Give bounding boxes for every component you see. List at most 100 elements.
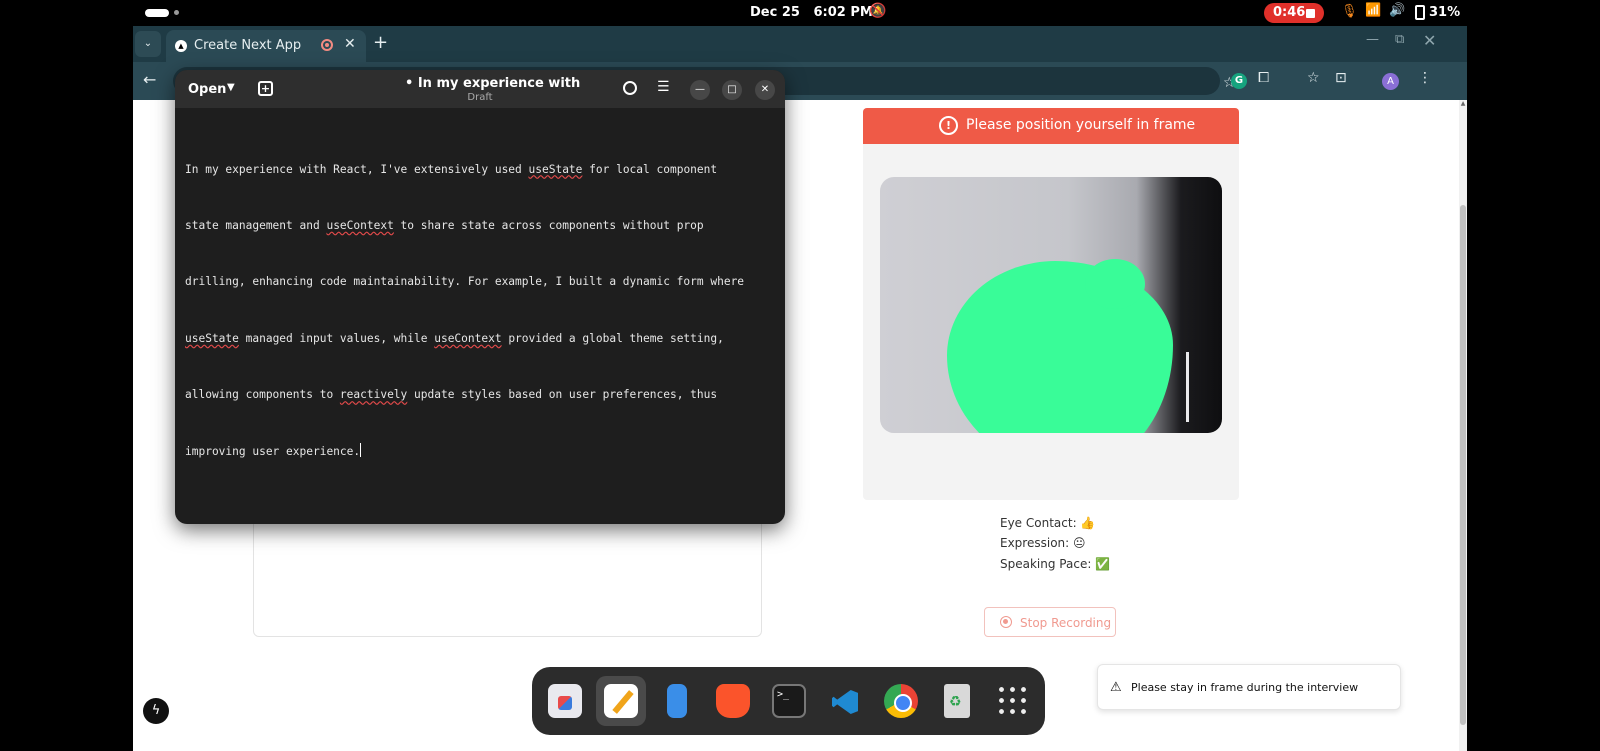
open-button[interactable]: Open xyxy=(188,82,226,97)
notifications-muted-icon: 🔕 xyxy=(869,3,887,19)
open-dropdown-chevron-icon[interactable]: ▼ xyxy=(227,82,235,93)
expression-metric: Expression: 😐 xyxy=(1000,536,1086,550)
window-minimize-icon[interactable]: — xyxy=(1366,32,1379,47)
camera-card: ! Please position yourself in frame xyxy=(863,108,1239,500)
text-segment: for local component xyxy=(582,162,718,176)
dock-files[interactable] xyxy=(652,676,702,726)
date-text: Dec 25 xyxy=(750,5,800,20)
clock[interactable]: Dec 25 6:02 PM xyxy=(750,5,873,20)
time-text: 6:02 PM xyxy=(813,5,873,20)
files-icon xyxy=(667,684,687,718)
vscode-icon xyxy=(828,684,862,718)
document-status: Draft xyxy=(467,92,493,103)
text-segment: improving user experience. xyxy=(185,444,361,458)
software-store-icon xyxy=(548,684,582,718)
text-editor-icon xyxy=(604,684,638,718)
scrollbar-thumb[interactable] xyxy=(1460,205,1466,725)
stop-recording-label: Stop Recording xyxy=(1020,616,1112,630)
position-warning-banner: ! Please position yourself in frame xyxy=(863,108,1239,144)
stop-square-icon xyxy=(1306,9,1315,18)
dock-software-store[interactable] xyxy=(540,676,590,726)
tab-search-button[interactable]: ⌄ xyxy=(135,31,161,57)
screen-recording-indicator[interactable]: 0:46 xyxy=(1264,3,1324,23)
misspelled-word: reactively xyxy=(339,388,408,402)
text-segment: to share state across components without… xyxy=(393,218,704,232)
misspelled-word: useContext xyxy=(326,218,394,232)
volume-icon: 🔊 xyxy=(1389,3,1406,18)
record-icon xyxy=(1000,616,1012,628)
workspace-dot xyxy=(174,10,179,15)
alert-circle-icon: ! xyxy=(939,116,958,135)
dock-trash[interactable] xyxy=(932,676,982,726)
text-segment: provided a global theme setting, xyxy=(501,331,724,345)
back-arrow-icon[interactable]: ← xyxy=(143,70,156,89)
text-editor-window: Open ▼ + • In my experience with Draft ☰… xyxy=(175,70,785,524)
dock-brave-browser[interactable] xyxy=(708,676,758,726)
text-line: drilling, enhancing code maintainability… xyxy=(185,273,775,292)
app-grid-icon xyxy=(996,684,1030,718)
eye-contact-metric: Eye Contact: 👍 xyxy=(1000,516,1096,530)
battery-icon xyxy=(1415,5,1425,20)
activities-indicator[interactable] xyxy=(145,9,169,17)
hamburger-menu-icon[interactable]: ☰ xyxy=(657,79,670,95)
text-segment: allowing components to xyxy=(185,388,340,402)
tab-recording-icon xyxy=(321,39,333,51)
tab-strip: ⌄ ▲ Create Next App ✕ + — ⧉ ✕ xyxy=(133,26,1467,62)
misspelled-word: useState xyxy=(185,331,239,345)
text-segment: update styles based on user preferences,… xyxy=(407,388,718,402)
screenshot-icon[interactable]: ⊡ xyxy=(1335,70,1347,86)
find-search-icon[interactable] xyxy=(623,81,637,95)
text-segment: managed input values, while xyxy=(238,331,435,345)
profile-avatar[interactable]: A xyxy=(1382,73,1399,90)
dock-terminal[interactable]: >_ xyxy=(764,676,814,726)
document-title: • In my experience with xyxy=(405,76,581,91)
nextjs-favicon-icon: ▲ xyxy=(175,40,187,52)
new-document-plus-icon[interactable]: + xyxy=(258,81,273,96)
window-close-icon[interactable]: ✕ xyxy=(1423,31,1436,50)
new-tab-button[interactable]: + xyxy=(373,32,388,53)
text-line: In my experience with React, I've extens… xyxy=(185,161,775,180)
text-line: improving user experience. xyxy=(185,442,775,462)
dock-chrome[interactable] xyxy=(876,676,926,726)
trash-icon xyxy=(944,684,970,718)
editor-maximize-icon[interactable]: □ xyxy=(722,80,742,100)
stop-recording-button[interactable]: Stop Recording xyxy=(984,607,1116,637)
battery-percent: 31% xyxy=(1429,5,1461,20)
text-segment: state management and xyxy=(185,218,327,232)
text-line: state management and useContext to share… xyxy=(185,217,775,236)
editor-close-icon[interactable]: ✕ xyxy=(755,80,775,100)
dock-vscode[interactable] xyxy=(820,676,870,726)
editor-header-bar: Open ▼ + • In my experience with Draft ☰… xyxy=(175,70,785,108)
text-segment: In my experience with React, I've extens… xyxy=(185,162,529,176)
editor-minimize-icon[interactable]: — xyxy=(690,80,710,100)
toast-text: Please stay in frame during the intervie… xyxy=(1131,681,1359,694)
brave-icon xyxy=(716,684,750,718)
misspelled-word: useContext xyxy=(434,331,502,345)
microphone-icon: 🎙 xyxy=(1341,4,1358,19)
system-top-bar: Dec 25 6:02 PM 🔕 0:46 🎙 📶 🔊 31% xyxy=(133,0,1467,26)
extensions-puzzle-icon[interactable]: ⧠ xyxy=(1258,70,1269,86)
terminal-icon: >_ xyxy=(772,684,806,718)
text-segment: drilling, enhancing code maintainability… xyxy=(185,275,745,289)
app-dock: >_ xyxy=(532,667,1045,735)
dock-text-editor[interactable] xyxy=(596,676,646,726)
nextjs-dev-tools-button[interactable]: ϟ xyxy=(143,698,169,724)
grammarly-extension-icon[interactable]: G xyxy=(1231,73,1247,89)
frame-warning-toast: ⚠ Please stay in frame during the interv… xyxy=(1097,664,1401,710)
window-restore-icon[interactable]: ⧉ xyxy=(1395,32,1404,47)
bookmarks-icon[interactable]: ☆ xyxy=(1307,70,1320,86)
text-line: useState managed input values, while use… xyxy=(185,330,775,349)
scroll-up-arrow-icon[interactable]: ▲ xyxy=(1459,100,1467,110)
face-mask-overlay-top xyxy=(1085,259,1145,309)
tab-close-icon[interactable]: ✕ xyxy=(344,36,356,52)
text-line: allowing components to reactively update… xyxy=(185,386,775,405)
more-menu-icon[interactable]: ⋮ xyxy=(1418,70,1432,86)
dock-show-apps[interactable] xyxy=(988,676,1038,726)
tab-title: Create Next App xyxy=(194,38,302,53)
recording-time: 0:46 xyxy=(1273,5,1306,20)
speaking-pace-metric: Speaking Pace: ✅ xyxy=(1000,557,1111,571)
tab-create-next-app[interactable]: ▲ Create Next App ✕ xyxy=(166,30,366,62)
text-caret xyxy=(360,442,362,457)
chrome-icon xyxy=(884,684,918,718)
editor-text-area[interactable]: In my experience with React, I've extens… xyxy=(185,123,775,499)
